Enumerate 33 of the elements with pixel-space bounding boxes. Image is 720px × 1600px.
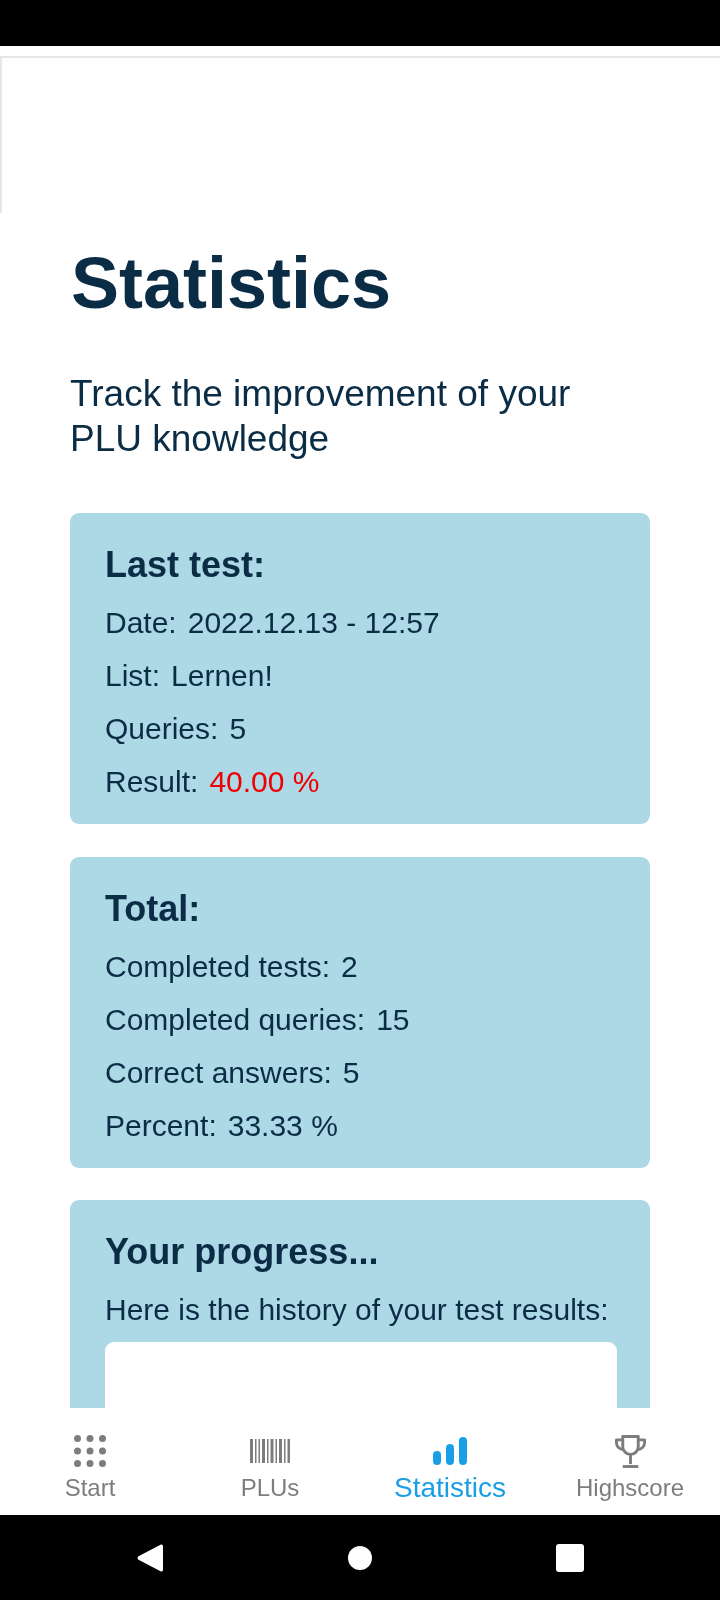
card-heading: Total: (105, 888, 201, 930)
home-icon[interactable] (348, 1545, 372, 1570)
trophy-icon (614, 1434, 646, 1468)
field-value: 5 (229, 711, 247, 747)
field-value: 5 (342, 1055, 360, 1091)
page-title: Statistics (71, 242, 392, 325)
card-text: Here is the history of your test results: (105, 1292, 609, 1328)
field-value: Lernen! (171, 658, 273, 694)
field-value: 2 (341, 949, 358, 985)
card-heading: Your progress... (105, 1231, 379, 1273)
field-label: Completed tests: (105, 949, 331, 985)
field-label: Queries: (105, 711, 219, 747)
nav-tab[interactable]: Statistics (360, 1408, 540, 1515)
grid-icon (74, 1435, 106, 1467)
field-label: Completed queries: (105, 1002, 366, 1038)
barcode-icon (250, 1439, 290, 1463)
field-label: Date: (105, 605, 177, 641)
field-value: 33.33 % (227, 1108, 338, 1144)
recents-icon[interactable] (556, 1543, 584, 1572)
nav-tab[interactable]: PLUs (180, 1408, 360, 1515)
field-value: 2022.12.13 - 12:57 (187, 605, 440, 641)
back-icon[interactable] (137, 1543, 163, 1572)
nav-tab[interactable]: Start (0, 1408, 180, 1515)
page-subtitle: Track the improvement of your PLU knowledge (70, 372, 572, 461)
field-label: Result: (105, 764, 199, 800)
nav-tab[interactable]: Highscore (540, 1408, 720, 1515)
bar-chart-icon (433, 1437, 467, 1465)
field-label: Percent: (105, 1108, 217, 1144)
field-value: 15 (376, 1002, 410, 1038)
field-label: List: (105, 658, 161, 694)
field-label: Correct answers: (105, 1055, 332, 1091)
card-heading: Last test: (105, 544, 266, 586)
field-value: 40.00 % (209, 764, 320, 800)
